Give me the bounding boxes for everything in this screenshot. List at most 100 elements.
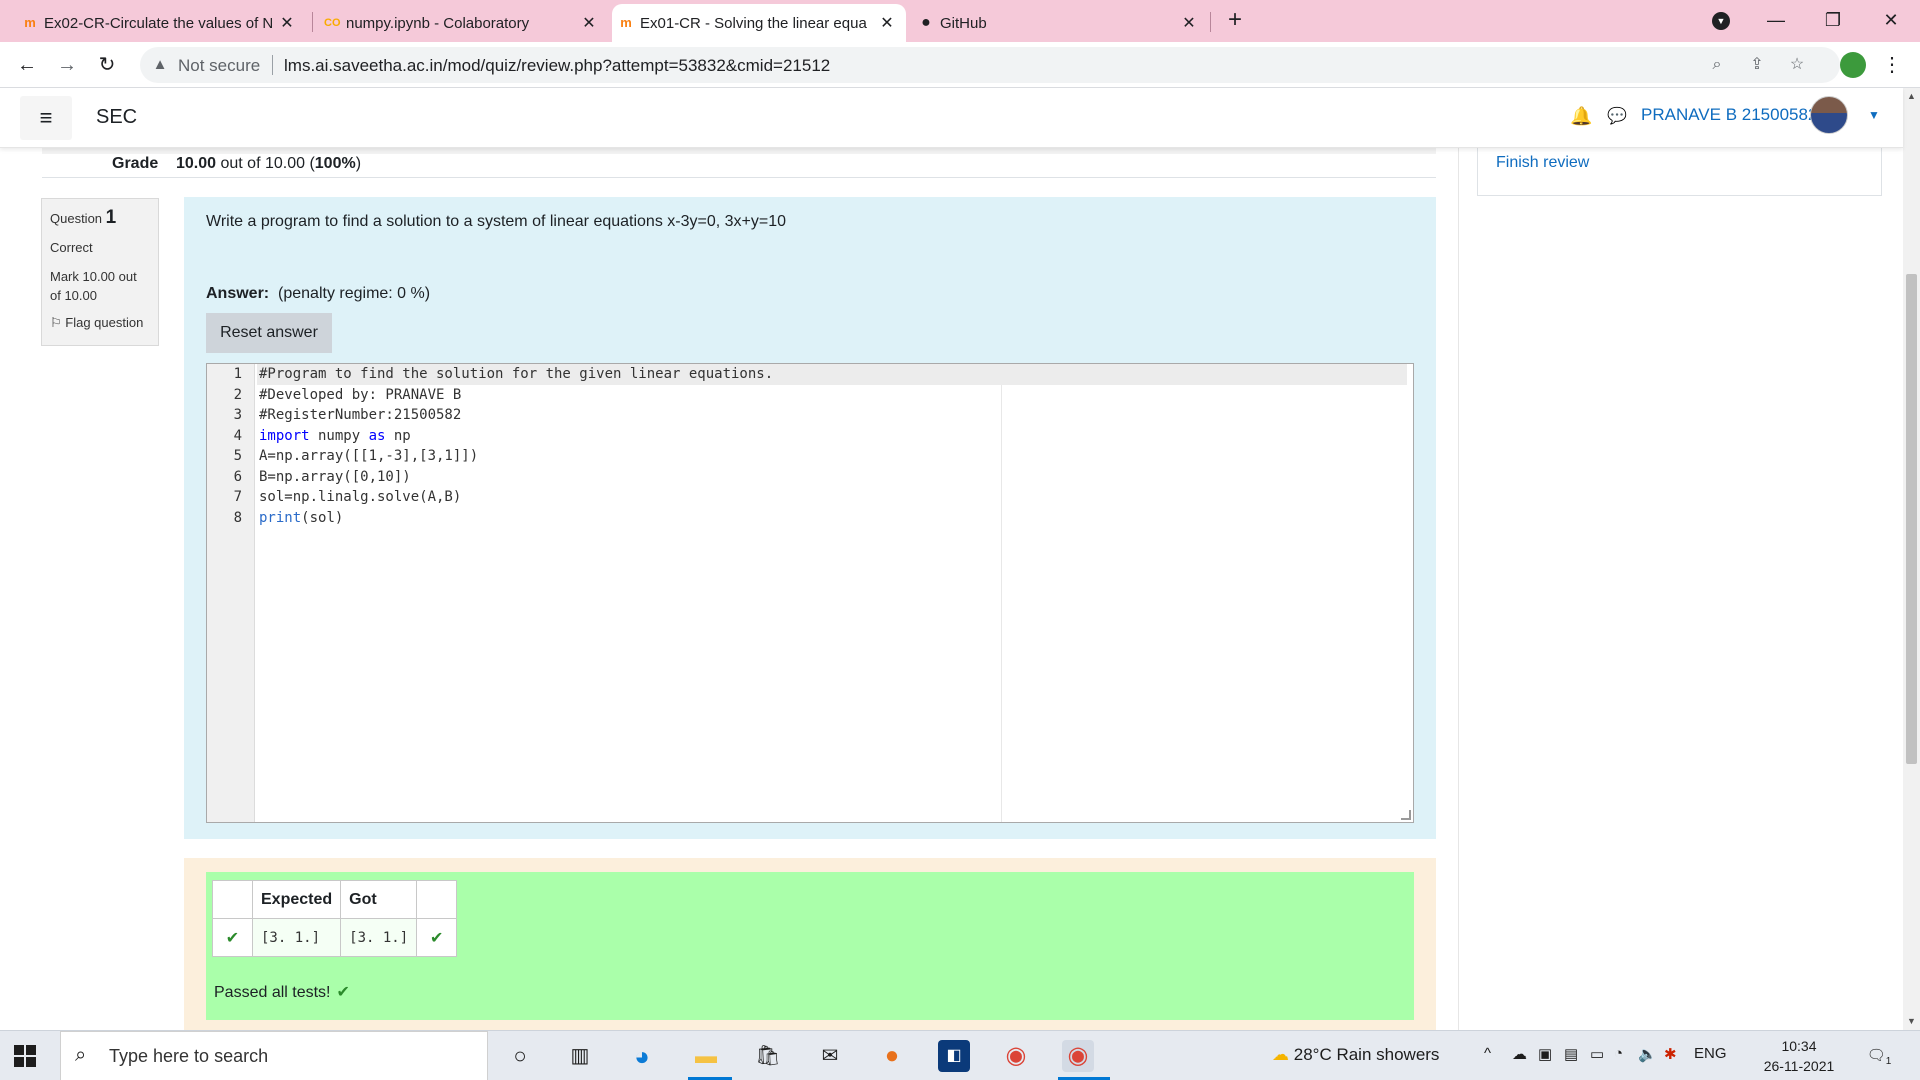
- chrome-active-icon[interactable]: ◉: [1062, 1040, 1094, 1072]
- browser-tab-bar: m Ex02-CR-Circulate the values of N ✕ CO…: [0, 0, 1920, 42]
- code-lines[interactable]: #Program to find the solution for the gi…: [257, 364, 1407, 528]
- meet-icon[interactable]: ▣: [1538, 1045, 1552, 1063]
- battery-icon[interactable]: ▭: [1590, 1045, 1604, 1063]
- onedrive-icon[interactable]: ☁: [1512, 1045, 1527, 1063]
- browser-tab-1[interactable]: m Ex02-CR-Circulate the values of N ✕: [16, 4, 306, 42]
- clock-date[interactable]: 26-11-2021: [1760, 1056, 1838, 1076]
- scroll-up-arrow-icon[interactable]: ▲: [1903, 88, 1920, 105]
- volume-icon[interactable]: 🔈: [1638, 1045, 1657, 1063]
- line-number: 3: [233, 407, 242, 423]
- forward-arrow-icon[interactable]: →: [52, 50, 82, 80]
- back-arrow-icon[interactable]: ←: [12, 50, 42, 80]
- code-line[interactable]: B=np.array([0,10]): [257, 467, 1407, 488]
- table-row: ✔ [3. 1.] [3. 1.] ✔: [212, 918, 458, 957]
- code-line[interactable]: #Developed by: PRANAVE B: [257, 385, 1407, 406]
- close-tab-icon[interactable]: ✕: [878, 13, 896, 33]
- line-number: 1: [233, 366, 242, 382]
- menu-toggle-icon[interactable]: ≡: [20, 96, 72, 140]
- weather-text[interactable]: 28°C Rain showers: [1294, 1045, 1440, 1064]
- question-label: Question: [50, 211, 106, 226]
- browser-tab-2[interactable]: CO numpy.ipynb - Colaboratory ✕: [318, 4, 608, 42]
- scrollbar-thumb[interactable]: [1906, 274, 1917, 764]
- show-hidden-icons-icon[interactable]: ^: [1484, 1045, 1491, 1062]
- windows-taskbar: ⌕ Type here to search ○ ▥ ◕ ▬ 🛍 ✉ ● ◧ ◉ …: [0, 1030, 1920, 1080]
- site-name[interactable]: SEC: [96, 106, 137, 129]
- profile-avatar-icon[interactable]: [1840, 52, 1866, 78]
- messages-chat-icon[interactable]: 💬: [1607, 106, 1627, 126]
- cortana-icon[interactable]: ○: [504, 1040, 536, 1072]
- bookmark-star-icon[interactable]: ☆: [1786, 54, 1808, 76]
- browser-tab-3-active[interactable]: m Ex01-CR - Solving the linear equa ✕: [612, 4, 906, 42]
- code-line[interactable]: A=np.array([[1,-3],[3,1]]): [257, 446, 1407, 467]
- code-line[interactable]: #RegisterNumber:21500582: [257, 405, 1407, 426]
- user-menu-caret-icon[interactable]: ▼: [1868, 108, 1880, 122]
- browser-menu-icon[interactable]: ⋮: [1882, 50, 1902, 80]
- user-name[interactable]: PRANAVE B 21500582: [1641, 105, 1817, 125]
- file-explorer-icon[interactable]: ▬: [690, 1040, 722, 1072]
- warning-icon[interactable]: ▲: [150, 55, 170, 75]
- task-view-icon[interactable]: ▥: [564, 1040, 596, 1072]
- wifi-icon[interactable]: ◔: [1614, 1045, 1623, 1062]
- taskbar-search-box[interactable]: ⌕ Type here to search: [60, 1031, 488, 1080]
- reset-answer-button[interactable]: Reset answer: [206, 313, 332, 353]
- not-secure-label[interactable]: Not secure: [178, 56, 260, 76]
- scroll-down-arrow-icon[interactable]: ▼: [1903, 1013, 1920, 1030]
- edge-icon[interactable]: ◕: [626, 1040, 658, 1072]
- resize-handle-icon[interactable]: [1401, 810, 1411, 820]
- close-window-button[interactable]: ✕: [1868, 4, 1914, 36]
- question-text: Write a program to find a solution to a …: [206, 213, 787, 230]
- moodle-navbar: ≡ SEC 🔔 💬 PRANAVE B 21500582 ▼: [0, 88, 1903, 148]
- address-bar[interactable]: ▲ Not secure lms.ai.saveetha.ac.in/mod/q…: [140, 47, 1840, 83]
- got-cell: [3. 1.]: [340, 918, 418, 957]
- notification-count: 1: [1885, 1056, 1892, 1067]
- page-viewport: Grade 10.00 out of 10.00 (100%) Finish r…: [0, 88, 1920, 1030]
- finish-review-link[interactable]: Finish review: [1496, 154, 1589, 172]
- app-icon[interactable]: ◧: [938, 1040, 970, 1072]
- user-avatar[interactable]: [1810, 96, 1848, 134]
- minimize-button[interactable]: —: [1753, 4, 1799, 36]
- clock-time[interactable]: 10:34: [1760, 1036, 1838, 1056]
- code-line[interactable]: sol=np.linalg.solve(A,B): [257, 487, 1407, 508]
- sidebar-divider: [1458, 148, 1459, 1030]
- flag-icon[interactable]: ⚐: [50, 315, 65, 330]
- close-tab-icon[interactable]: ✕: [580, 13, 598, 33]
- close-tab-icon[interactable]: ✕: [1180, 13, 1198, 33]
- question-outcome: Expected Got ✔ [3. 1.] [3. 1.] ✔ Passed …: [184, 858, 1436, 1030]
- notification-center-icon[interactable]: 🗨1: [1866, 1043, 1892, 1069]
- firefox-icon[interactable]: ●: [876, 1040, 908, 1072]
- reload-icon[interactable]: ↻: [92, 50, 122, 80]
- flag-question-link[interactable]: ⚐ Flag question: [50, 315, 150, 331]
- mail-icon[interactable]: ✉: [814, 1040, 846, 1072]
- weather-widget[interactable]: ☁ 28°C Rain showers: [1272, 1045, 1439, 1065]
- page-scrollbar[interactable]: ▲ ▼: [1903, 88, 1920, 1030]
- code-line[interactable]: import numpy as np: [257, 426, 1407, 447]
- table-header-cell: [416, 880, 458, 919]
- restore-button[interactable]: ❐: [1810, 4, 1856, 36]
- language-indicator[interactable]: ENG: [1694, 1045, 1727, 1062]
- notifications-bell-icon[interactable]: 🔔: [1570, 106, 1592, 127]
- chrome-icon[interactable]: ◉: [1000, 1040, 1032, 1072]
- browser-toolbar: ← → ↻ ▲ Not secure lms.ai.saveetha.ac.in…: [0, 42, 1920, 88]
- new-tab-button[interactable]: +: [1221, 6, 1249, 34]
- code-editor[interactable]: 1 2 3 4 5 6 7 8 #Program to find the sol…: [206, 363, 1414, 823]
- windows-start-icon[interactable]: [14, 1045, 36, 1067]
- browser-tab-4[interactable]: ● GitHub ✕: [912, 4, 1208, 42]
- store-icon[interactable]: 🛍: [752, 1040, 784, 1072]
- zoom-icon[interactable]: ⌕: [1706, 54, 1728, 76]
- tab-search-icon[interactable]: ▼: [1712, 12, 1730, 30]
- tray-app-icon[interactable]: ✱: [1664, 1045, 1677, 1063]
- security-icon[interactable]: ▤: [1564, 1045, 1578, 1063]
- share-icon[interactable]: ⇪: [1746, 54, 1768, 76]
- close-tab-icon[interactable]: ✕: [278, 13, 296, 33]
- grade-label: Grade: [112, 155, 159, 172]
- code-line[interactable]: #Program to find the solution for the gi…: [257, 364, 1407, 385]
- code-line[interactable]: print(sol): [257, 508, 1407, 529]
- search-placeholder[interactable]: Type here to search: [109, 1046, 268, 1067]
- answer-heading: Answer:: [206, 285, 270, 302]
- url-text[interactable]: lms.ai.saveetha.ac.in/mod/quiz/review.ph…: [284, 56, 830, 76]
- tab-separator: [1210, 12, 1211, 32]
- flag-question-label[interactable]: Flag question: [65, 315, 143, 330]
- colab-icon: CO: [324, 17, 341, 29]
- clock[interactable]: 10:34 26-11-2021: [1760, 1036, 1838, 1076]
- table-header-row: Expected Got: [212, 880, 458, 919]
